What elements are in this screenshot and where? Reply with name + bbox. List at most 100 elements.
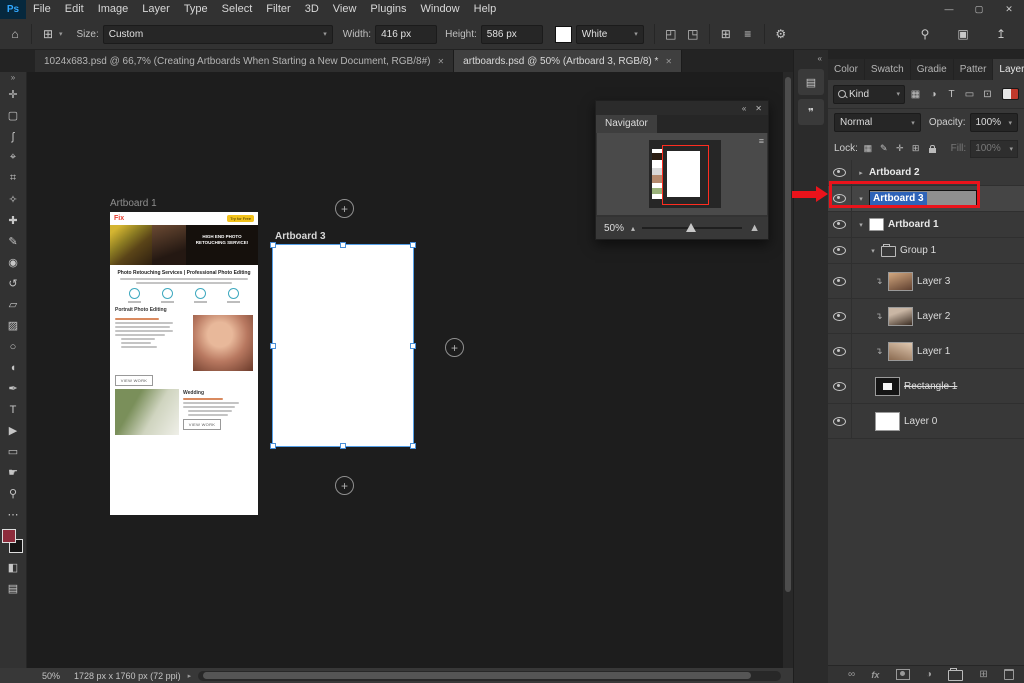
layer-name[interactable]: Layer 3 bbox=[917, 276, 950, 287]
navigator-zoom-value[interactable]: 50% bbox=[604, 223, 624, 234]
menu-view[interactable]: View bbox=[326, 0, 364, 19]
document-tab-2[interactable]: artboards.psd @ 50% (Artboard 3, RGB/8) … bbox=[454, 50, 683, 72]
horizontal-scrollbar[interactable] bbox=[198, 670, 781, 681]
pen-tool[interactable]: ✒ bbox=[0, 378, 27, 399]
lasso-tool[interactable]: ʃ bbox=[0, 126, 27, 147]
hand-tool[interactable]: ☛ bbox=[0, 462, 27, 483]
visibility-toggle[interactable] bbox=[828, 334, 852, 368]
link-layers-icon[interactable]: ∞ bbox=[848, 669, 855, 680]
canvas-area[interactable]: Artboard 1 Fix Try for Free HIGH END PHO… bbox=[28, 72, 783, 668]
layer-name[interactable]: Layer 2 bbox=[917, 311, 950, 322]
background-color-select[interactable]: White ▾ bbox=[575, 24, 644, 44]
visibility-toggle[interactable] bbox=[828, 264, 852, 298]
tab-swatches[interactable]: Swatch bbox=[865, 59, 911, 80]
zoom-out-icon[interactable]: ▴ bbox=[631, 224, 635, 233]
minimize-icon[interactable]: — bbox=[934, 0, 964, 19]
tab-color[interactable]: Color bbox=[828, 59, 865, 80]
layer-row-layer-2[interactable]: ↴ Layer 2 bbox=[828, 299, 1024, 334]
layer-thumbnail[interactable] bbox=[875, 411, 900, 431]
resize-handle[interactable] bbox=[270, 443, 276, 449]
marquee-tool[interactable]: ▢ bbox=[0, 105, 27, 126]
move-tool[interactable]: ✛ bbox=[0, 84, 27, 105]
new-layer-icon[interactable]: ⊞ bbox=[979, 669, 987, 680]
layer-row-layer-1[interactable]: ↴ Layer 1 bbox=[828, 334, 1024, 369]
toolbar-collapse-icon[interactable]: » bbox=[0, 72, 26, 84]
fill-field[interactable]: 100% ▾ bbox=[970, 139, 1018, 158]
lock-position-icon[interactable]: ✛ bbox=[894, 143, 906, 154]
resize-handle[interactable] bbox=[270, 342, 276, 349]
path-selection-tool[interactable]: ▶ bbox=[0, 420, 27, 441]
align-icon[interactable]: ≡ bbox=[737, 27, 759, 41]
chevron-down-icon[interactable]: ▾ bbox=[869, 247, 877, 255]
height-input[interactable]: 586 px bbox=[480, 24, 543, 44]
rotate-artboard-icon[interactable]: ◰ bbox=[660, 27, 682, 41]
visibility-toggle[interactable] bbox=[828, 299, 852, 333]
add-artboard-bottom-button[interactable]: + bbox=[335, 476, 354, 495]
blur-tool[interactable]: ○ bbox=[0, 336, 27, 357]
visibility-toggle[interactable] bbox=[828, 186, 852, 211]
menu-3d[interactable]: 3D bbox=[298, 0, 326, 19]
layer-row-layer-3[interactable]: ↴ Layer 3 bbox=[828, 264, 1024, 299]
artboard-3[interactable] bbox=[270, 242, 416, 449]
resize-handle[interactable] bbox=[410, 342, 416, 349]
screen-mode-tool[interactable]: ▤ bbox=[0, 578, 27, 599]
background-color-swatch[interactable] bbox=[554, 25, 572, 43]
rectangle-tool[interactable]: ▭ bbox=[0, 441, 27, 462]
layer-name[interactable]: Artboard 2 bbox=[869, 167, 920, 178]
filter-adjustment-layers-icon[interactable]: ◑ bbox=[926, 89, 941, 100]
add-artboard-icon[interactable]: ⊞ bbox=[715, 27, 737, 41]
navigator-zoom-slider[interactable] bbox=[642, 223, 743, 232]
layer-style-fx-icon[interactable]: fx bbox=[871, 670, 879, 680]
clone-stamp-tool[interactable]: ◉ bbox=[0, 252, 27, 273]
color-swatches[interactable] bbox=[2, 529, 24, 553]
visibility-toggle[interactable] bbox=[828, 212, 852, 237]
document-tab-1[interactable]: 1024x683.psd @ 66,7% (Creating Artboards… bbox=[35, 50, 455, 72]
layer-name[interactable]: Layer 1 bbox=[917, 346, 950, 357]
width-input[interactable]: 416 px bbox=[375, 24, 438, 44]
eraser-tool[interactable]: ▱ bbox=[0, 294, 27, 315]
artboard3-label[interactable]: Artboard 3 bbox=[275, 231, 326, 242]
layer-thumbnail[interactable] bbox=[888, 306, 913, 326]
tool-preset-dropdown-icon[interactable]: ▾ bbox=[59, 30, 63, 38]
menu-edit[interactable]: Edit bbox=[58, 0, 91, 19]
resize-handle[interactable] bbox=[340, 242, 346, 248]
status-chevron-icon[interactable]: ▸ bbox=[188, 672, 192, 680]
close-tab-icon[interactable]: ✕ bbox=[665, 57, 672, 66]
navigator-view-box[interactable] bbox=[662, 145, 709, 205]
maximize-icon[interactable]: ▢ bbox=[964, 0, 994, 19]
healing-brush-tool[interactable]: ✚ bbox=[0, 210, 27, 231]
properties-panel-icon[interactable]: ▤ bbox=[798, 69, 824, 95]
artboard-1[interactable]: Fix Try for Free HIGH END PHOTO RETOUCHI… bbox=[110, 212, 258, 515]
menu-file[interactable]: File bbox=[26, 0, 58, 19]
opacity-field[interactable]: 100% ▾ bbox=[969, 113, 1018, 132]
resize-handle[interactable] bbox=[270, 242, 276, 248]
menu-help[interactable]: Help bbox=[467, 0, 504, 19]
layer-row-artboard-1[interactable]: ▾ Artboard 1 bbox=[828, 212, 1024, 238]
tab-gradients[interactable]: Gradie bbox=[911, 59, 954, 80]
close-icon[interactable]: ✕ bbox=[994, 0, 1024, 19]
tool-settings-gear-icon[interactable]: ⚙ bbox=[770, 27, 792, 41]
lock-transparent-pixels-icon[interactable]: ▦ bbox=[862, 143, 874, 154]
horizontal-scrollbar-thumb[interactable] bbox=[203, 671, 752, 679]
delete-layer-icon[interactable] bbox=[1004, 669, 1014, 680]
vertical-scrollbar-thumb[interactable] bbox=[785, 77, 791, 592]
navigator-tab[interactable]: Navigator bbox=[596, 115, 657, 133]
layer-row-layer-0[interactable]: Layer 0 bbox=[828, 404, 1024, 439]
lock-image-pixels-icon[interactable]: ✎ bbox=[878, 143, 890, 154]
resize-handle[interactable] bbox=[410, 443, 416, 449]
layer-name[interactable]: Artboard 1 bbox=[888, 219, 939, 230]
filter-shape-layers-icon[interactable]: ▭ bbox=[962, 89, 977, 100]
workspace-switcher-icon[interactable]: ▣ bbox=[952, 27, 974, 41]
add-artboard-top-button[interactable]: + bbox=[335, 199, 354, 218]
zoom-slider-thumb[interactable] bbox=[686, 223, 697, 232]
tab-layers[interactable]: Layers bbox=[993, 59, 1024, 80]
close-tab-icon[interactable]: ✕ bbox=[437, 57, 444, 66]
menu-type[interactable]: Type bbox=[177, 0, 215, 19]
blend-mode-select[interactable]: Normal ▾ bbox=[834, 113, 921, 132]
artboard-thumbnail[interactable] bbox=[869, 218, 884, 231]
zoom-in-icon[interactable]: ▲ bbox=[749, 222, 760, 234]
filter-pixel-layers-icon[interactable]: ▦ bbox=[908, 89, 923, 100]
menu-plugins[interactable]: Plugins bbox=[363, 0, 413, 19]
layer-name[interactable]: Group 1 bbox=[900, 245, 936, 256]
filter-type-layers-icon[interactable]: T bbox=[944, 89, 959, 100]
